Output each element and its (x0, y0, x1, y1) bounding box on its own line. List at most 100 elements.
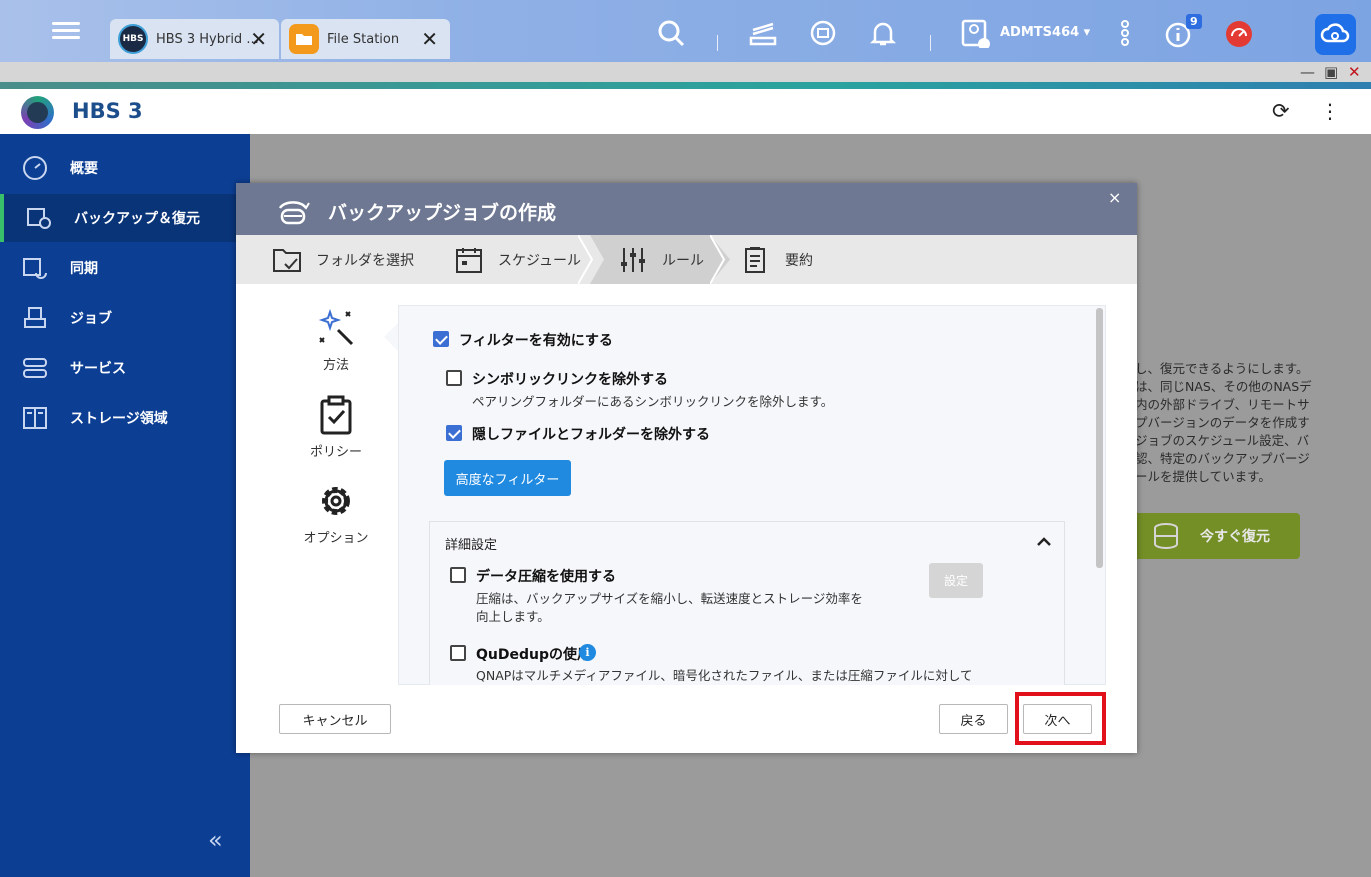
folder-check-icon (273, 248, 301, 272)
more-icon[interactable]: ⋮ (1320, 99, 1340, 123)
compression-desc-line: 向上します。 (476, 609, 550, 624)
sync-icon (23, 258, 47, 279)
info-icon[interactable]: i (579, 644, 596, 661)
background-tasks-icon[interactable] (748, 18, 778, 48)
sidebar-item-sync[interactable]: 同期 (0, 244, 250, 292)
description-line: ールを提供しています。 (1135, 469, 1271, 484)
divider (717, 35, 718, 51)
close-window-icon[interactable]: ✕ (1348, 63, 1361, 81)
dialog-close-button[interactable]: × (1108, 188, 1121, 207)
restore-now-label: 今すぐ復元 (1200, 529, 1270, 545)
user-icon[interactable] (960, 18, 990, 48)
hbs-logo (21, 96, 54, 129)
step-label: 要約 (785, 252, 813, 269)
restore-icon (1154, 523, 1178, 549)
create-backup-job-dialog: バックアップジョブの作成 × フォルダを選択 スケジュール ルール 要約 方法 … (236, 183, 1137, 753)
jobs-icon (24, 307, 46, 328)
description-line: 認、特定のバックアップバージ (1135, 451, 1310, 466)
refresh-icon[interactable]: ⟳ (1272, 99, 1290, 123)
sidebar-item-storage[interactable]: ストレージ領域 (0, 394, 250, 442)
notification-badge: 9 (1186, 14, 1202, 29)
step-summary: 要約 (741, 235, 813, 284)
divider (930, 35, 931, 51)
more-options-icon[interactable] (1110, 18, 1140, 48)
sidebar-item-overview[interactable]: 概要 (0, 144, 250, 192)
resource-monitor-icon[interactable] (1224, 18, 1254, 48)
backup-job-icon (278, 201, 310, 225)
compression-checkbox[interactable] (450, 567, 466, 583)
sidebar-item-label: ストレージ領域 (70, 411, 168, 427)
wizard-steps: フォルダを選択 スケジュール ルール 要約 (236, 235, 1137, 284)
description-line: プバージョンのデータを作成す (1135, 415, 1310, 430)
myqnapcloud-button[interactable] (1315, 14, 1356, 55)
calendar-icon (456, 247, 482, 273)
dialog-header: バックアップジョブの作成 × (236, 183, 1137, 235)
magic-wand-icon (318, 308, 354, 346)
step-rules: ルール (618, 235, 704, 284)
step-label: ルール (662, 252, 704, 269)
sync-status-icon[interactable] (808, 18, 838, 48)
qudedup-checkbox[interactable] (450, 645, 466, 661)
advanced-settings-title: 詳細設定 (445, 538, 498, 553)
dashboard-icon (23, 156, 47, 180)
description-line: ジョブのスケジュール設定、バ (1135, 433, 1310, 448)
next-button-highlight (1015, 692, 1106, 745)
chevron-up-icon[interactable] (1035, 533, 1053, 551)
step-select-folder: フォルダを選択 (272, 235, 414, 284)
sidebar-item-label: バックアップ＆復元 (74, 211, 200, 227)
side-tab-label: 方法 (322, 358, 349, 373)
restore-now-button[interactable]: 今すぐ復元 (1137, 513, 1300, 559)
sidebar-item-label: 同期 (70, 261, 98, 277)
compression-desc-line: 圧縮は、バックアップサイズを縮小し、転送速度とストレージ効率を (476, 591, 863, 606)
sidebar-item-backup-restore[interactable]: バックアップ＆復元 (0, 194, 250, 242)
side-tab-label: オプション (303, 531, 369, 546)
scrollbar[interactable] (1096, 308, 1103, 568)
exclude-symlink-desc: ペアリングフォルダーにあるシンボリックリンクを除外します。 (472, 394, 834, 409)
step-separator (710, 235, 726, 284)
enable-filter-checkbox[interactable] (433, 331, 449, 347)
cloud-icon (1320, 23, 1350, 43)
exclude-symlink-label: シンボリックリンクを除外する (472, 372, 668, 388)
side-tab-label: ポリシー (309, 445, 362, 460)
gear-icon (322, 487, 350, 515)
side-tab-policy[interactable]: ポリシー (296, 395, 376, 460)
app-header (0, 89, 1371, 134)
advanced-filter-button[interactable]: 高度なフィルター (444, 460, 571, 496)
bell-icon[interactable] (868, 18, 898, 48)
app-title: HBS 3 (72, 99, 143, 123)
exclude-symlink-checkbox[interactable] (446, 370, 462, 386)
cancel-button[interactable]: キャンセル (279, 704, 391, 734)
compression-settings-button[interactable]: 設定 (929, 563, 983, 598)
sidebar-item-label: サービス (70, 361, 126, 377)
close-icon[interactable]: ✕ (250, 27, 267, 51)
hbs-app-icon: HBS (118, 24, 148, 54)
search-icon[interactable] (656, 18, 686, 48)
backup-restore-icon (27, 208, 51, 229)
clipboard-check-icon (320, 395, 352, 435)
description-line: し、復元できるようにします。 (1135, 361, 1309, 376)
folder-app-icon (289, 24, 319, 54)
window-titlebar (0, 62, 1371, 82)
minimize-icon[interactable]: — (1300, 63, 1315, 81)
restore-window-icon[interactable]: ▣ (1324, 63, 1338, 81)
user-menu[interactable]: ADMTS464 ▾ (1000, 25, 1090, 40)
step-label: スケジュール (498, 252, 582, 269)
tab-hbs3[interactable]: HBS HBS 3 Hybrid ... ✕ (110, 19, 279, 59)
main-menu-button[interactable] (52, 18, 80, 46)
close-icon[interactable]: ✕ (421, 27, 438, 51)
tab-file-station[interactable]: File Station ✕ (281, 19, 450, 59)
qudedup-label: QuDedupの使用 (476, 647, 591, 663)
tab-label: File Station (327, 31, 400, 47)
back-button[interactable]: 戻る (939, 704, 1008, 734)
compression-label: データ圧縮を使用する (476, 569, 616, 585)
step-label: フォルダを選択 (316, 252, 414, 269)
sidebar-item-services[interactable]: サービス (0, 344, 250, 392)
sidebar-item-label: 概要 (70, 161, 98, 177)
sidebar-item-jobs[interactable]: ジョブ (0, 294, 250, 342)
dialog-title: バックアップジョブの作成 (328, 202, 557, 224)
side-tab-method[interactable]: 方法 (296, 308, 376, 373)
side-tab-options[interactable]: オプション (296, 481, 376, 546)
collapse-sidebar-button[interactable]: « (208, 826, 223, 854)
storage-icon (23, 407, 47, 429)
exclude-hidden-checkbox[interactable] (446, 425, 462, 441)
